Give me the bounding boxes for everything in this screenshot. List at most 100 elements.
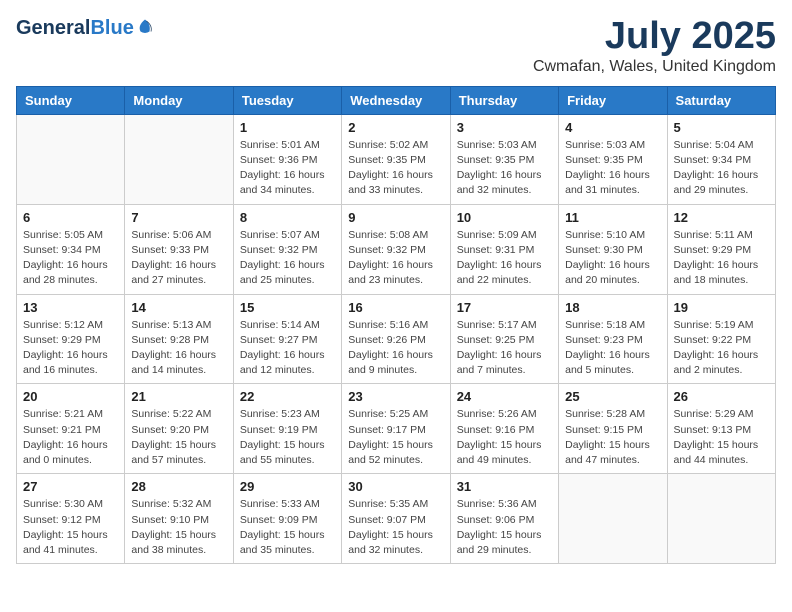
day-info: Sunrise: 5:13 AM Sunset: 9:28 PM Dayligh… bbox=[131, 318, 226, 379]
calendar-cell: 13Sunrise: 5:12 AM Sunset: 9:29 PM Dayli… bbox=[17, 294, 125, 384]
day-number: 12 bbox=[674, 210, 769, 225]
calendar-cell: 18 Sunrise: 5:18 AM Sunset: 9:23 PM Dayli… bbox=[559, 294, 667, 384]
day-number: 21 bbox=[131, 389, 226, 404]
day-info: Sunrise: 5:05 AM Sunset: 9:34 PM Dayligh… bbox=[23, 228, 118, 289]
day-info: Sunrise: 5:03 AM Sunset: 9:35 PM Dayligh… bbox=[457, 138, 552, 199]
calendar-cell: 3 Sunrise: 5:03 AM Sunset: 9:35 PM Daylig… bbox=[450, 114, 558, 204]
day-number: 9 bbox=[348, 210, 443, 225]
day-info: Sunrise: 5:21 AM Sunset: 9:21 PM Dayligh… bbox=[23, 407, 118, 468]
day-info: Sunrise: 5:03 AM Sunset: 9:35 PM Dayligh… bbox=[565, 138, 660, 199]
day-number: 6 bbox=[23, 210, 118, 225]
day-info: Sunrise: 5:11 AM Sunset: 9:29 PM Dayligh… bbox=[674, 228, 769, 289]
calendar-cell: 27 Sunrise: 5:30 AM Sunset: 9:12 PM Dayli… bbox=[17, 474, 125, 564]
weekday-header-friday: Friday bbox=[559, 86, 667, 114]
day-info: Sunrise: 5:29 AM Sunset: 9:13 PM Dayligh… bbox=[674, 407, 769, 468]
calendar-cell: 5 Sunrise: 5:04 AM Sunset: 9:34 PM Daylig… bbox=[667, 114, 775, 204]
day-info: Sunrise: 5:33 AM Sunset: 9:09 PM Dayligh… bbox=[240, 497, 335, 558]
month-title: July 2025 bbox=[533, 16, 776, 58]
day-number: 23 bbox=[348, 389, 443, 404]
day-number: 26 bbox=[674, 389, 769, 404]
calendar-cell: 21Sunrise: 5:22 AM Sunset: 9:20 PM Dayli… bbox=[125, 384, 233, 474]
weekday-header-tuesday: Tuesday bbox=[233, 86, 341, 114]
calendar-cell: 9 Sunrise: 5:08 AM Sunset: 9:32 PM Daylig… bbox=[342, 204, 450, 294]
day-number: 31 bbox=[457, 479, 552, 494]
day-number: 28 bbox=[131, 479, 226, 494]
day-number: 7 bbox=[131, 210, 226, 225]
day-info: Sunrise: 5:10 AM Sunset: 9:30 PM Dayligh… bbox=[565, 228, 660, 289]
weekday-header-wednesday: Wednesday bbox=[342, 86, 450, 114]
calendar-week-5: 27 Sunrise: 5:30 AM Sunset: 9:12 PM Dayli… bbox=[17, 474, 776, 564]
day-info: Sunrise: 5:14 AM Sunset: 9:27 PM Dayligh… bbox=[240, 318, 335, 379]
day-info: Sunrise: 5:25 AM Sunset: 9:17 PM Dayligh… bbox=[348, 407, 443, 468]
location-title: Cwmafan, Wales, United Kingdom bbox=[533, 58, 776, 76]
day-info: Sunrise: 5:02 AM Sunset: 9:35 PM Dayligh… bbox=[348, 138, 443, 199]
calendar-cell: 7 Sunrise: 5:06 AM Sunset: 9:33 PM Daylig… bbox=[125, 204, 233, 294]
day-number: 20 bbox=[23, 389, 118, 404]
day-info: Sunrise: 5:19 AM Sunset: 9:22 PM Dayligh… bbox=[674, 318, 769, 379]
day-info: Sunrise: 5:23 AM Sunset: 9:19 PM Dayligh… bbox=[240, 407, 335, 468]
day-number: 25 bbox=[565, 389, 660, 404]
calendar-cell: 25 Sunrise: 5:28 AM Sunset: 9:15 PM Dayli… bbox=[559, 384, 667, 474]
calendar-cell: 30Sunrise: 5:35 AM Sunset: 9:07 PM Dayli… bbox=[342, 474, 450, 564]
day-number: 15 bbox=[240, 300, 335, 315]
day-info: Sunrise: 5:09 AM Sunset: 9:31 PM Dayligh… bbox=[457, 228, 552, 289]
calendar-cell bbox=[17, 114, 125, 204]
calendar-cell: 15 Sunrise: 5:14 AM Sunset: 9:27 PM Dayli… bbox=[233, 294, 341, 384]
day-number: 29 bbox=[240, 479, 335, 494]
day-info: Sunrise: 5:06 AM Sunset: 9:33 PM Dayligh… bbox=[131, 228, 226, 289]
day-info: Sunrise: 5:08 AM Sunset: 9:32 PM Dayligh… bbox=[348, 228, 443, 289]
calendar-cell: 24Sunrise: 5:26 AM Sunset: 9:16 PM Dayli… bbox=[450, 384, 558, 474]
day-info: Sunrise: 5:28 AM Sunset: 9:15 PM Dayligh… bbox=[565, 407, 660, 468]
calendar-cell: 26 Sunrise: 5:29 AM Sunset: 9:13 PM Dayli… bbox=[667, 384, 775, 474]
day-number: 2 bbox=[348, 120, 443, 135]
day-number: 10 bbox=[457, 210, 552, 225]
logo-general: GeneralBlue bbox=[16, 16, 134, 38]
day-number: 30 bbox=[348, 479, 443, 494]
day-number: 5 bbox=[674, 120, 769, 135]
day-info: Sunrise: 5:04 AM Sunset: 9:34 PM Dayligh… bbox=[674, 138, 769, 199]
day-number: 27 bbox=[23, 479, 118, 494]
calendar-cell: 2 Sunrise: 5:02 AM Sunset: 9:35 PM Daylig… bbox=[342, 114, 450, 204]
day-number: 8 bbox=[240, 210, 335, 225]
day-info: Sunrise: 5:30 AM Sunset: 9:12 PM Dayligh… bbox=[23, 497, 118, 558]
weekday-header-monday: Monday bbox=[125, 86, 233, 114]
calendar-cell: 12 Sunrise: 5:11 AM Sunset: 9:29 PM Dayli… bbox=[667, 204, 775, 294]
calendar-week-3: 13Sunrise: 5:12 AM Sunset: 9:29 PM Dayli… bbox=[17, 294, 776, 384]
calendar-cell: 8Sunrise: 5:07 AM Sunset: 9:32 PM Daylig… bbox=[233, 204, 341, 294]
weekday-header-thursday: Thursday bbox=[450, 86, 558, 114]
calendar-cell bbox=[559, 474, 667, 564]
weekday-header-row: SundayMondayTuesdayWednesdayThursdayFrid… bbox=[17, 86, 776, 114]
calendar-week-2: 6 Sunrise: 5:05 AM Sunset: 9:34 PM Daylig… bbox=[17, 204, 776, 294]
day-number: 24 bbox=[457, 389, 552, 404]
day-number: 18 bbox=[565, 300, 660, 315]
calendar-cell bbox=[667, 474, 775, 564]
weekday-header-sunday: Sunday bbox=[17, 86, 125, 114]
calendar-cell: 29 Sunrise: 5:33 AM Sunset: 9:09 PM Dayli… bbox=[233, 474, 341, 564]
day-info: Sunrise: 5:18 AM Sunset: 9:23 PM Dayligh… bbox=[565, 318, 660, 379]
day-number: 17 bbox=[457, 300, 552, 315]
calendar-week-4: 20 Sunrise: 5:21 AM Sunset: 9:21 PM Dayli… bbox=[17, 384, 776, 474]
logo-icon bbox=[136, 18, 154, 36]
calendar-cell: 20 Sunrise: 5:21 AM Sunset: 9:21 PM Dayli… bbox=[17, 384, 125, 474]
day-info: Sunrise: 5:01 AM Sunset: 9:36 PM Dayligh… bbox=[240, 138, 335, 199]
day-info: Sunrise: 5:17 AM Sunset: 9:25 PM Dayligh… bbox=[457, 318, 552, 379]
logo: GeneralBlue bbox=[16, 16, 154, 38]
page-header: GeneralBlue July 2025 Cwmafan, Wales, Un… bbox=[16, 16, 776, 76]
calendar-cell: 28 Sunrise: 5:32 AM Sunset: 9:10 PM Dayli… bbox=[125, 474, 233, 564]
day-number: 4 bbox=[565, 120, 660, 135]
calendar-cell: 1Sunrise: 5:01 AM Sunset: 9:36 PM Daylig… bbox=[233, 114, 341, 204]
calendar-cell: 31 Sunrise: 5:36 AM Sunset: 9:06 PM Dayli… bbox=[450, 474, 558, 564]
day-number: 19 bbox=[674, 300, 769, 315]
day-info: Sunrise: 5:16 AM Sunset: 9:26 PM Dayligh… bbox=[348, 318, 443, 379]
calendar-cell: 14Sunrise: 5:13 AM Sunset: 9:28 PM Dayli… bbox=[125, 294, 233, 384]
day-info: Sunrise: 5:36 AM Sunset: 9:06 PM Dayligh… bbox=[457, 497, 552, 558]
calendar-cell: 22 Sunrise: 5:23 AM Sunset: 9:19 PM Dayli… bbox=[233, 384, 341, 474]
calendar-cell bbox=[125, 114, 233, 204]
day-number: 22 bbox=[240, 389, 335, 404]
calendar-cell: 6 Sunrise: 5:05 AM Sunset: 9:34 PM Daylig… bbox=[17, 204, 125, 294]
day-info: Sunrise: 5:32 AM Sunset: 9:10 PM Dayligh… bbox=[131, 497, 226, 558]
day-number: 3 bbox=[457, 120, 552, 135]
calendar-cell: 10 Sunrise: 5:09 AM Sunset: 9:31 PM Dayli… bbox=[450, 204, 558, 294]
day-number: 13 bbox=[23, 300, 118, 315]
day-number: 11 bbox=[565, 210, 660, 225]
